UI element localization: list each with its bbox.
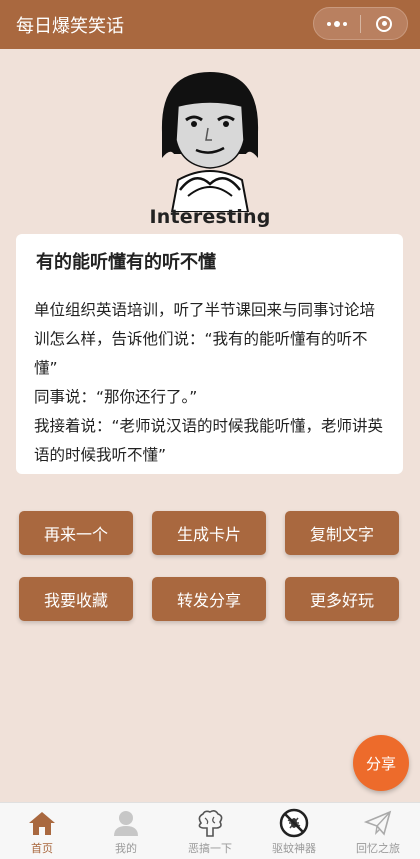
joke-paragraph: 单位组织英语培训，听了半节课回来与同事讨论培训怎么样，告诉他们说：“我有的能听懂… — [34, 301, 376, 377]
joke-body: 单位组织英语培训，听了半节课回来与同事讨论培训怎么样，告诉他们说：“我有的能听懂… — [34, 296, 385, 470]
joke-card: 有的能听懂有的听不懂 单位组织英语培训，听了半节课回来与同事讨论培训怎么样，告诉… — [16, 234, 403, 474]
tab-memories[interactable]: 回忆之旅 — [336, 803, 420, 859]
bottom-tab-bar: 首页 我的 恶搞一下 驱蚊神器 回忆之旅 — [0, 802, 420, 859]
tab-label: 我的 — [115, 842, 137, 855]
copy-text-button[interactable]: 复制文字 — [285, 511, 399, 555]
next-joke-button[interactable]: 再来一个 — [19, 511, 133, 555]
brain-icon — [195, 808, 225, 838]
share-fab-button[interactable]: 分享 — [353, 735, 409, 791]
tab-label: 回忆之旅 — [356, 842, 400, 855]
tab-mine[interactable]: 我的 — [84, 803, 168, 859]
no-mosquito-icon — [279, 808, 309, 838]
home-icon — [27, 808, 57, 838]
forward-share-button[interactable]: 转发分享 — [152, 577, 266, 621]
tab-prank[interactable]: 恶搞一下 — [168, 803, 252, 859]
favorite-button[interactable]: 我要收藏 — [19, 577, 133, 621]
user-icon — [111, 808, 141, 838]
joke-paragraph: 我接着说：“老师说汉语的时候我能听懂，老师讲英语的时候我听不懂” — [34, 417, 384, 464]
close-mini-program-button[interactable] — [361, 8, 407, 39]
tab-home[interactable]: 首页 — [0, 803, 84, 859]
tab-label: 恶搞一下 — [188, 842, 232, 855]
tab-label: 驱蚊神器 — [272, 842, 316, 855]
meme-face-illustration — [161, 72, 259, 213]
more-menu-button[interactable] — [314, 8, 360, 39]
top-bar: 每日爆笑笑话 — [0, 0, 420, 49]
meme-image: Interesting — [149, 62, 270, 232]
page-title: 每日爆笑笑话 — [16, 16, 124, 37]
mini-program-capsule — [313, 7, 408, 40]
more-fun-button[interactable]: 更多好玩 — [285, 577, 399, 621]
tab-label: 首页 — [31, 842, 53, 855]
more-dots-icon — [327, 20, 347, 27]
joke-title: 有的能听懂有的听不懂 — [36, 252, 216, 273]
tab-mosquito[interactable]: 驱蚊神器 — [252, 803, 336, 859]
meme-caption: Interesting — [149, 206, 271, 228]
target-icon — [376, 15, 392, 32]
generate-card-button[interactable]: 生成卡片 — [152, 511, 266, 555]
joke-paragraph: 同事说：“那你还行了。” — [34, 388, 198, 406]
paper-plane-icon — [363, 808, 393, 838]
